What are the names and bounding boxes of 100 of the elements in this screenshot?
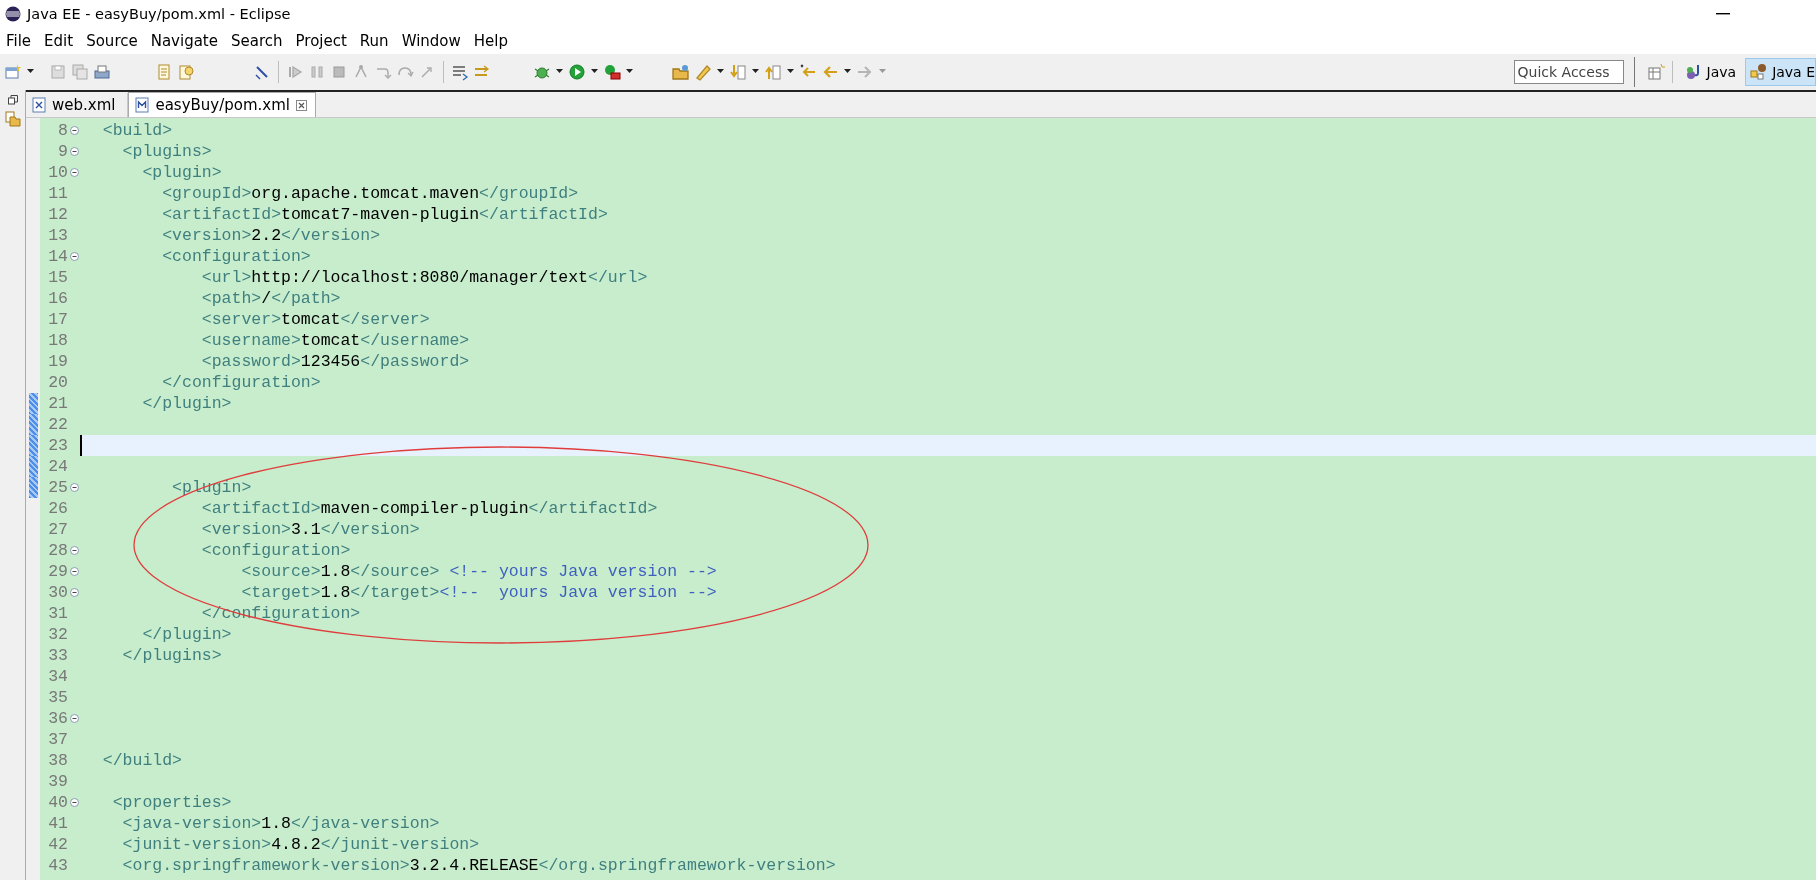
line-number: 20 <box>47 372 68 393</box>
restore-icon[interactable] <box>7 95 18 105</box>
fold-icon[interactable] <box>69 483 79 492</box>
menu-item[interactable]: Help <box>473 32 508 50</box>
minimize-icon[interactable] <box>1716 12 1730 16</box>
line-number: 40 <box>47 792 68 813</box>
code-line: <source>1.8</source> <!-- yours Java version --> <box>240 561 718 582</box>
line-number: 38 <box>47 750 68 771</box>
java-ee-perspective-icon <box>1750 63 1769 81</box>
code-line: </plugins> <box>121 645 223 666</box>
code-line: <configuration> <box>200 540 352 561</box>
print-icon[interactable] <box>93 63 111 81</box>
code-line: <artifactId>maven-compiler-plugin</artifactId> <box>200 498 659 519</box>
menu-item[interactable]: Project <box>295 32 347 50</box>
fold-icon[interactable] <box>69 546 79 555</box>
code-line: <org.springframework-version>3.2.4.RELEASE</org.springframework-version> <box>121 855 837 876</box>
menu-item[interactable]: Window <box>401 32 461 50</box>
folder-icon[interactable] <box>4 111 21 127</box>
menu-item[interactable]: Run <box>359 32 389 50</box>
menu-item[interactable]: Edit <box>44 32 74 50</box>
line-number: 43 <box>47 855 68 876</box>
close-icon[interactable] <box>296 99 308 111</box>
code-line: <username>tomcat</username> <box>200 330 471 351</box>
code-line: <junit-version>4.8.2</junit-version> <box>121 834 481 855</box>
line-number: 21 <box>47 393 68 414</box>
fold-icon[interactable] <box>69 126 79 135</box>
menu-item[interactable]: Source <box>86 32 138 50</box>
fold-icon[interactable] <box>69 168 79 177</box>
run-icon[interactable] <box>568 63 586 81</box>
code-line: <url>http://localhost:8080/manager/text</url> <box>200 267 649 288</box>
line-number: 31 <box>47 603 68 624</box>
line-number: 16 <box>47 288 68 309</box>
line-number: 12 <box>47 204 68 225</box>
menu-item[interactable]: Navigate <box>150 32 218 50</box>
code-line: </configuration> <box>161 372 322 393</box>
line-number: 27 <box>47 519 68 540</box>
code-line: <java-version>1.8</java-version> <box>121 813 441 834</box>
code-line: <target>1.8</target><!-- yours Java version --> <box>240 582 718 603</box>
line-number: 29 <box>47 561 68 582</box>
menu-item[interactable]: File <box>6 32 32 50</box>
line-number: 14 <box>47 246 68 267</box>
line-number: 15 <box>47 267 68 288</box>
line-number: 26 <box>47 498 68 519</box>
perspective-button[interactable]: Java <box>1679 58 1742 86</box>
code-line: <path>/</path> <box>200 288 342 309</box>
fold-icon[interactable] <box>69 588 79 597</box>
line-number: 24 <box>47 456 68 477</box>
fold-icon[interactable] <box>69 567 79 576</box>
document-icon[interactable] <box>177 63 195 81</box>
line-number: 17 <box>47 309 68 330</box>
code-line: <version>3.1</version> <box>200 519 421 540</box>
fold-icon[interactable] <box>69 147 79 156</box>
line-number: 22 <box>47 414 68 435</box>
list-icon[interactable] <box>451 63 469 81</box>
line-number: 35 <box>47 687 68 708</box>
line-number: 25 <box>47 477 68 498</box>
open-perspective-icon[interactable] <box>1646 63 1665 81</box>
code-line: <plugin> <box>141 162 223 183</box>
code-line: </plugin> <box>141 393 233 414</box>
external-tools-icon[interactable] <box>603 63 621 81</box>
line-number: 10 <box>47 162 68 183</box>
maven-file-icon <box>135 97 150 113</box>
line-number: 41 <box>47 813 68 834</box>
code-line: <plugins> <box>121 141 213 162</box>
line-number: 42 <box>47 834 68 855</box>
window-title: Java EE - easyBuy/pom.xml - Eclipse <box>27 6 291 22</box>
code-line: <groupId>org.apache.tomcat.maven</groupId> <box>161 183 580 204</box>
app-logo-icon <box>5 6 21 22</box>
line-number: 32 <box>47 624 68 645</box>
editor-tab[interactable]: web.xml <box>26 93 129 117</box>
line-number: 36 <box>47 708 68 729</box>
code-line: <artifactId>tomcat7-maven-plugin</artifactId> <box>161 204 609 225</box>
line-number: 8 <box>57 120 68 141</box>
fold-icon[interactable] <box>69 714 79 723</box>
code-line: <password>123456</password> <box>200 351 471 372</box>
code-line: </build> <box>101 750 184 771</box>
line-number: 23 <box>47 435 68 456</box>
menu-item[interactable]: Search <box>231 32 283 50</box>
code-line: <version>2.2</version> <box>161 225 382 246</box>
code-line: <server>tomcat</server> <box>200 309 431 330</box>
quick-access-field[interactable]: Quick Access <box>1513 60 1624 84</box>
code-line: <properties> <box>111 792 233 813</box>
code-line: </plugin> <box>141 624 233 645</box>
perspective-button[interactable]: Java E <box>1745 58 1816 86</box>
line-number: 37 <box>47 729 68 750</box>
line-number: 39 <box>47 771 68 792</box>
line-number: 33 <box>47 645 68 666</box>
folder-icon[interactable] <box>672 63 690 81</box>
code-line: <build> <box>101 120 174 141</box>
fold-icon[interactable] <box>69 798 79 807</box>
line-number: 13 <box>47 225 68 246</box>
line-number: 11 <box>47 183 68 204</box>
editor-tab[interactable]: easyBuy/pom.xml <box>128 92 317 117</box>
line-number: 28 <box>47 540 68 561</box>
line-number: 19 <box>47 351 68 372</box>
fold-icon[interactable] <box>69 252 79 261</box>
line-number: 9 <box>57 141 68 162</box>
line-number: 18 <box>47 330 68 351</box>
line-number: 30 <box>47 582 68 603</box>
code-line: <configuration> <box>161 246 312 267</box>
